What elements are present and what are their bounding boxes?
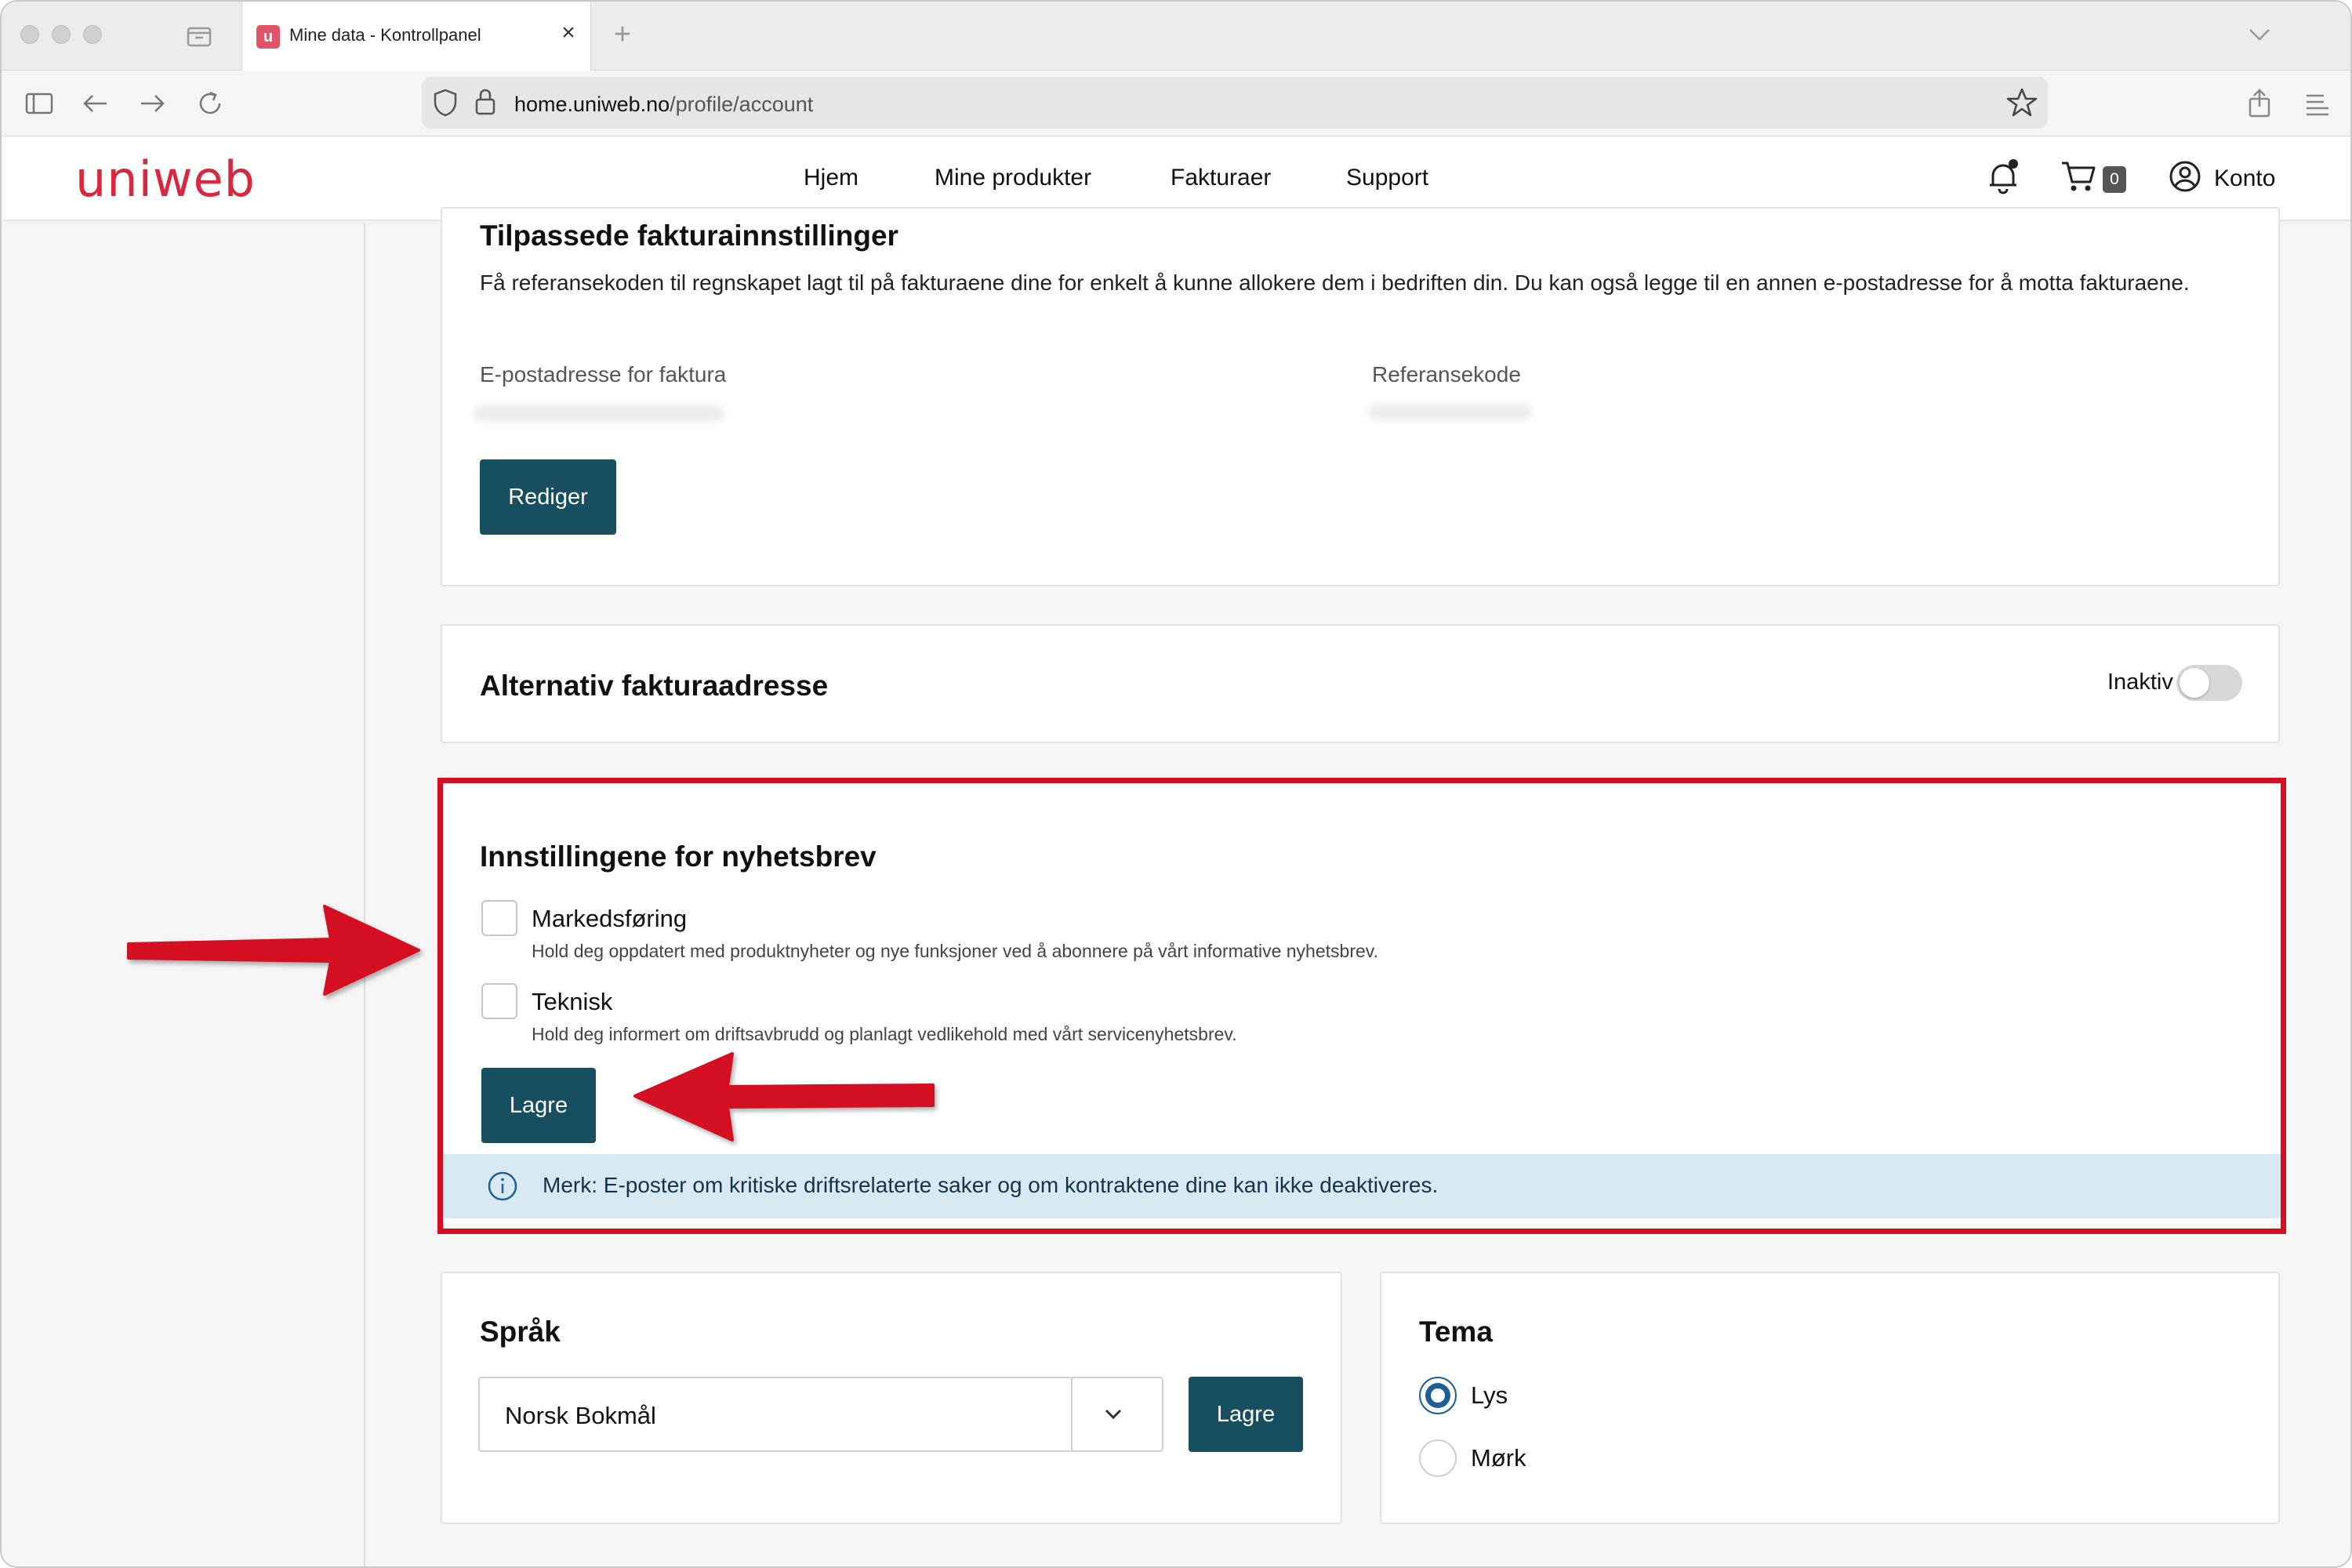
alt-address-toggle[interactable]	[2176, 665, 2242, 701]
reader-menu-icon[interactable]	[2300, 86, 2335, 121]
technical-checkbox[interactable]	[481, 983, 517, 1019]
bell-icon[interactable]	[1984, 157, 2023, 196]
theme-title: Tema	[1419, 1316, 1493, 1348]
newsletter-title: Innstillingene for nyhetsbrev	[480, 840, 877, 873]
close-tab-icon[interactable]: ×	[554, 19, 583, 47]
uniweb-logo[interactable]: uniweb	[75, 151, 256, 208]
star-icon[interactable]	[2005, 86, 2038, 119]
toggle-knob	[2180, 668, 2209, 698]
annotation-arrow-right	[127, 905, 420, 996]
browser-toolbar: home.uniweb.no/profile/account	[2, 71, 2350, 136]
tab-active[interactable]: u Mine data - Kontrollpanel ×	[241, 2, 591, 71]
account-icon[interactable]	[2165, 157, 2205, 196]
alt-address-card: Alternativ fakturaadresse Inaktiv	[441, 624, 2280, 743]
theme-dark-label[interactable]: Mørk	[1471, 1444, 1526, 1472]
reload-icon[interactable]	[193, 86, 227, 121]
menu-item-support[interactable]: Support	[1346, 165, 1428, 191]
language-save-button[interactable]: Lagre	[1189, 1377, 1303, 1452]
theme-dark-radio[interactable]	[1419, 1439, 1457, 1477]
language-select[interactable]: Norsk Bokmål	[478, 1377, 1163, 1452]
invoice-settings-card: Tilpassede fakturainnstillinger Få refer…	[441, 207, 2280, 586]
url-text[interactable]: home.uniweb.no/profile/account	[514, 93, 813, 117]
edit-button[interactable]: Rediger	[480, 459, 616, 535]
theme-light-label[interactable]: Lys	[1471, 1381, 1508, 1410]
tab-overview-icon[interactable]	[183, 20, 215, 52]
close-window-button[interactable]	[20, 25, 39, 44]
language-selected: Norsk Bokmål	[505, 1402, 656, 1429]
newsletter-save-button[interactable]: Lagre	[481, 1068, 596, 1143]
info-icon	[488, 1171, 517, 1201]
email-label: E-postadresse for faktura	[480, 362, 727, 387]
minimize-window-button[interactable]	[52, 25, 71, 44]
technical-help: Hold deg informert om driftsavbrudd og p…	[532, 1024, 1237, 1044]
newsletter-notice: Merk: E-poster om kritiske driftsrelater…	[444, 1154, 2283, 1218]
chevron-down-icon[interactable]	[2244, 19, 2275, 50]
lock-icon	[475, 89, 495, 115]
technical-label[interactable]: Teknisk	[532, 988, 612, 1016]
language-title: Språk	[480, 1316, 561, 1348]
account-link[interactable]: Konto	[2214, 165, 2275, 192]
new-tab-button[interactable]: +	[607, 19, 638, 50]
menu-item-mine-produkter[interactable]: Mine produkter	[935, 165, 1091, 191]
back-arrow-icon[interactable]	[78, 86, 113, 121]
theme-light-radio[interactable]	[1419, 1377, 1457, 1414]
marketing-help: Hold deg oppdatert med produktnyheter og…	[532, 941, 1378, 961]
theme-card: Tema Lys Mørk	[1380, 1272, 2280, 1524]
language-card: Språk Norsk Bokmål Lagre	[441, 1272, 1342, 1524]
reference-label: Referansekode	[1372, 362, 1521, 387]
favicon-icon: u	[256, 25, 280, 49]
browser-window: u Mine data - Kontrollpanel × + home.uni…	[0, 0, 2352, 1568]
newsletter-card: Innstillingene for nyhetsbrev Markedsfør…	[441, 782, 2286, 1223]
menu-item-hjem[interactable]: Hjem	[804, 165, 858, 191]
notice-text: Merk: E-poster om kritiske driftsrelater…	[543, 1173, 1439, 1197]
reference-value-redacted	[1367, 403, 1532, 420]
address-bar[interactable]: home.uniweb.no/profile/account	[422, 77, 2048, 129]
tab-bar: u Mine data - Kontrollpanel × +	[2, 2, 2350, 71]
chevron-down-icon[interactable]	[1099, 1400, 1127, 1428]
alt-address-title: Alternativ fakturaadresse	[480, 670, 829, 702]
select-divider	[1071, 1378, 1073, 1450]
marketing-label[interactable]: Markedsføring	[532, 905, 687, 933]
marketing-checkbox[interactable]	[481, 900, 517, 936]
menu-item-fakturaer[interactable]: Fakturaer	[1171, 165, 1271, 191]
forward-arrow-icon[interactable]	[135, 86, 169, 121]
url-host: home.uniweb.no	[514, 93, 670, 116]
tab-title: Mine data - Kontrollpanel	[289, 25, 481, 45]
cart-count-badge: 0	[2103, 166, 2126, 193]
share-icon[interactable]	[2242, 86, 2277, 121]
invoice-settings-description: Få referansekoden til regnskapet lagt ti…	[480, 270, 2190, 295]
zoom-window-button[interactable]	[83, 25, 102, 44]
url-path: /profile/account	[670, 93, 814, 116]
invoice-settings-title: Tilpassede fakturainnstillinger	[480, 220, 898, 252]
shield-icon[interactable]	[431, 88, 459, 118]
sidebar-toggle-icon[interactable]	[22, 86, 56, 121]
cart-icon[interactable]	[2059, 157, 2098, 196]
annotation-arrow-left	[633, 1052, 935, 1142]
email-value-redacted	[474, 405, 724, 422]
alt-address-status: Inaktiv	[2107, 670, 2173, 695]
